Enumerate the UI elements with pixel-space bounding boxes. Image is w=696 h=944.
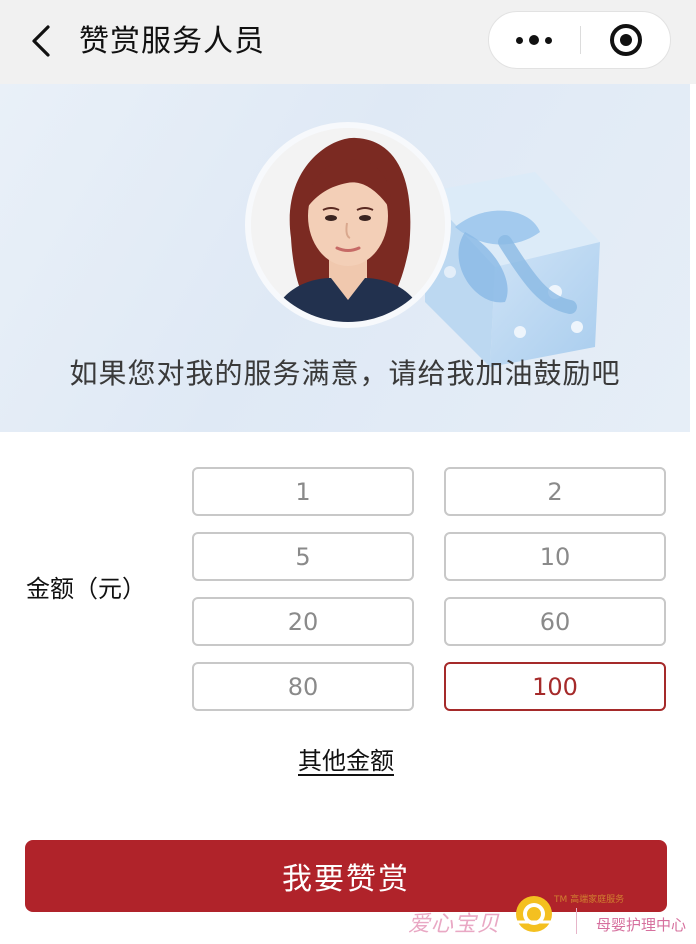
amount-option-80[interactable]: 80 — [192, 662, 414, 711]
amount-option-10[interactable]: 10 — [444, 532, 666, 581]
watermark-logo: 爱心宝贝 TM 高端家庭服务 母婴护理中心 — [404, 888, 696, 944]
page-title: 赞赏服务人员 — [79, 24, 265, 59]
avatar — [245, 122, 451, 328]
amount-option-1[interactable]: 1 — [192, 467, 414, 516]
back-button[interactable] — [26, 24, 56, 58]
more-button[interactable] — [489, 12, 579, 68]
mini-program-capsule — [488, 11, 671, 69]
target-close-icon — [610, 24, 642, 56]
watermark-subtitle: 母婴护理中心 — [596, 916, 687, 934]
nav-bar: 赞赏服务人员 — [0, 0, 696, 84]
banner: 如果您对我的服务满意，请给我加油鼓励吧 — [0, 84, 690, 432]
banner-message: 如果您对我的服务满意，请给我加油鼓励吧 — [69, 357, 621, 390]
watermark-tm: TM 高端家庭服务 — [554, 895, 625, 905]
other-amount-link[interactable]: 其他金额 — [298, 747, 394, 775]
watermark-divider — [576, 908, 577, 934]
amount-option-20[interactable]: 20 — [192, 597, 414, 646]
amount-option-60[interactable]: 60 — [444, 597, 666, 646]
more-dots-icon — [516, 35, 552, 45]
amount-option-100[interactable]: 100 — [444, 662, 666, 711]
watermark-brand: 爱心宝贝 — [408, 912, 501, 937]
portrait-image — [251, 128, 445, 322]
amount-option-5[interactable]: 5 — [192, 532, 414, 581]
other-amount-container: 其他金额 — [0, 744, 692, 778]
amount-label: 金额（元） — [26, 575, 146, 603]
sun-logo-icon — [516, 896, 552, 932]
close-button[interactable] — [581, 12, 671, 68]
amount-option-2[interactable]: 2 — [444, 467, 666, 516]
chevron-left-icon — [32, 25, 50, 57]
